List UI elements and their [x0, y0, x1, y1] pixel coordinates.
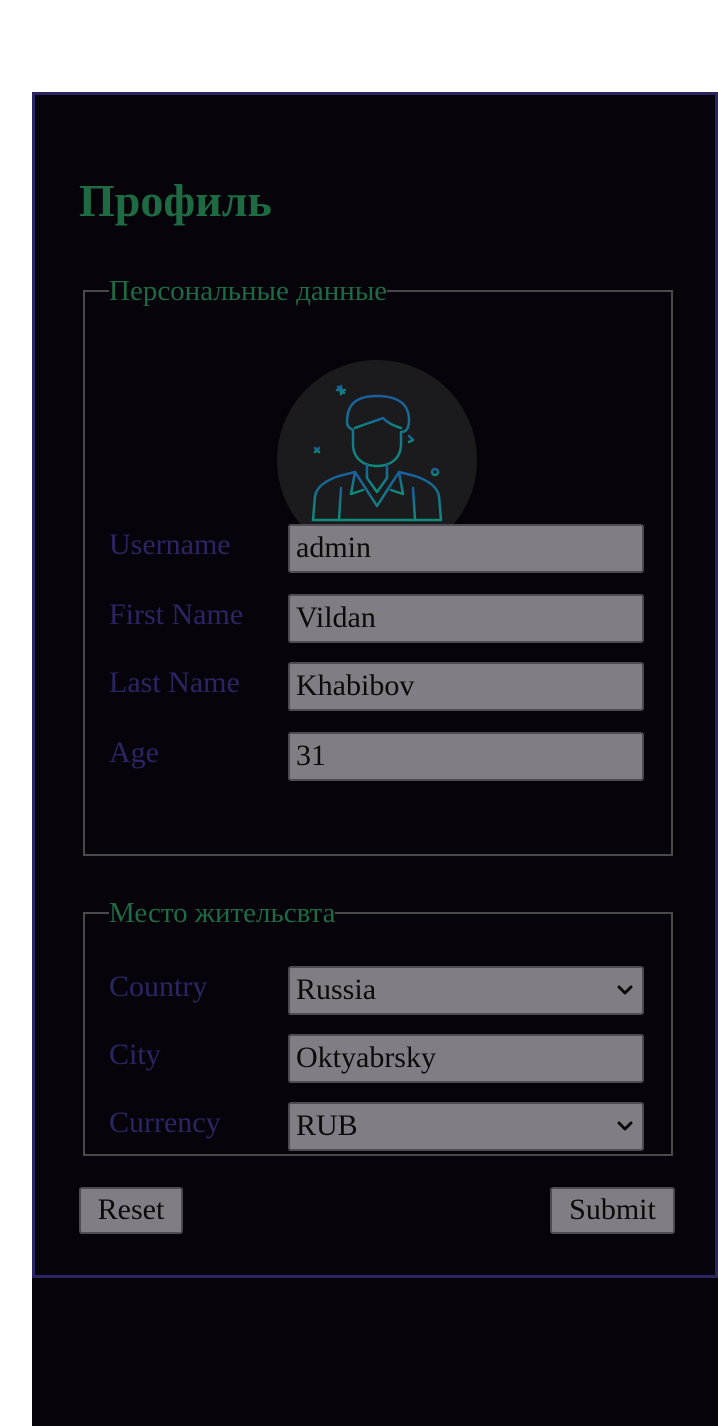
chevron-down-icon	[617, 1121, 633, 1131]
currency-select[interactable]: RUB	[288, 1102, 644, 1151]
residence-fieldset: Место жительсвта Country Russia City Okt…	[83, 898, 673, 1156]
first-name-input[interactable]: Vildan	[288, 594, 644, 643]
country-select-value: Russia	[296, 973, 377, 1006]
profile-panel: Профиль Персональные данные Username adm…	[32, 92, 718, 1278]
chevron-down-icon	[617, 985, 633, 995]
country-select[interactable]: Russia	[288, 966, 644, 1015]
currency-select-value: RUB	[296, 1109, 358, 1142]
first-name-label: First Name	[109, 598, 244, 631]
country-label: Country	[109, 970, 208, 1003]
personal-data-fieldset: Персональные данные Username admin First…	[83, 276, 673, 856]
last-name-label: Last Name	[109, 666, 240, 699]
submit-button[interactable]: Submit	[550, 1187, 675, 1234]
residence-legend: Место жительсвта	[109, 897, 336, 929]
username-input[interactable]: admin	[288, 524, 644, 573]
username-label: Username	[109, 528, 231, 561]
currency-label: Currency	[109, 1106, 221, 1139]
age-label: Age	[109, 736, 159, 769]
reset-button[interactable]: Reset	[79, 1187, 183, 1234]
personal-data-legend: Персональные данные	[109, 275, 388, 307]
page-title: Профиль	[79, 175, 272, 226]
last-name-input[interactable]: Khabibov	[288, 662, 644, 711]
city-label: City	[109, 1038, 161, 1071]
page-background	[32, 1276, 718, 1426]
age-input[interactable]: 31	[288, 732, 644, 781]
city-input[interactable]: Oktyabrsky	[288, 1034, 644, 1083]
